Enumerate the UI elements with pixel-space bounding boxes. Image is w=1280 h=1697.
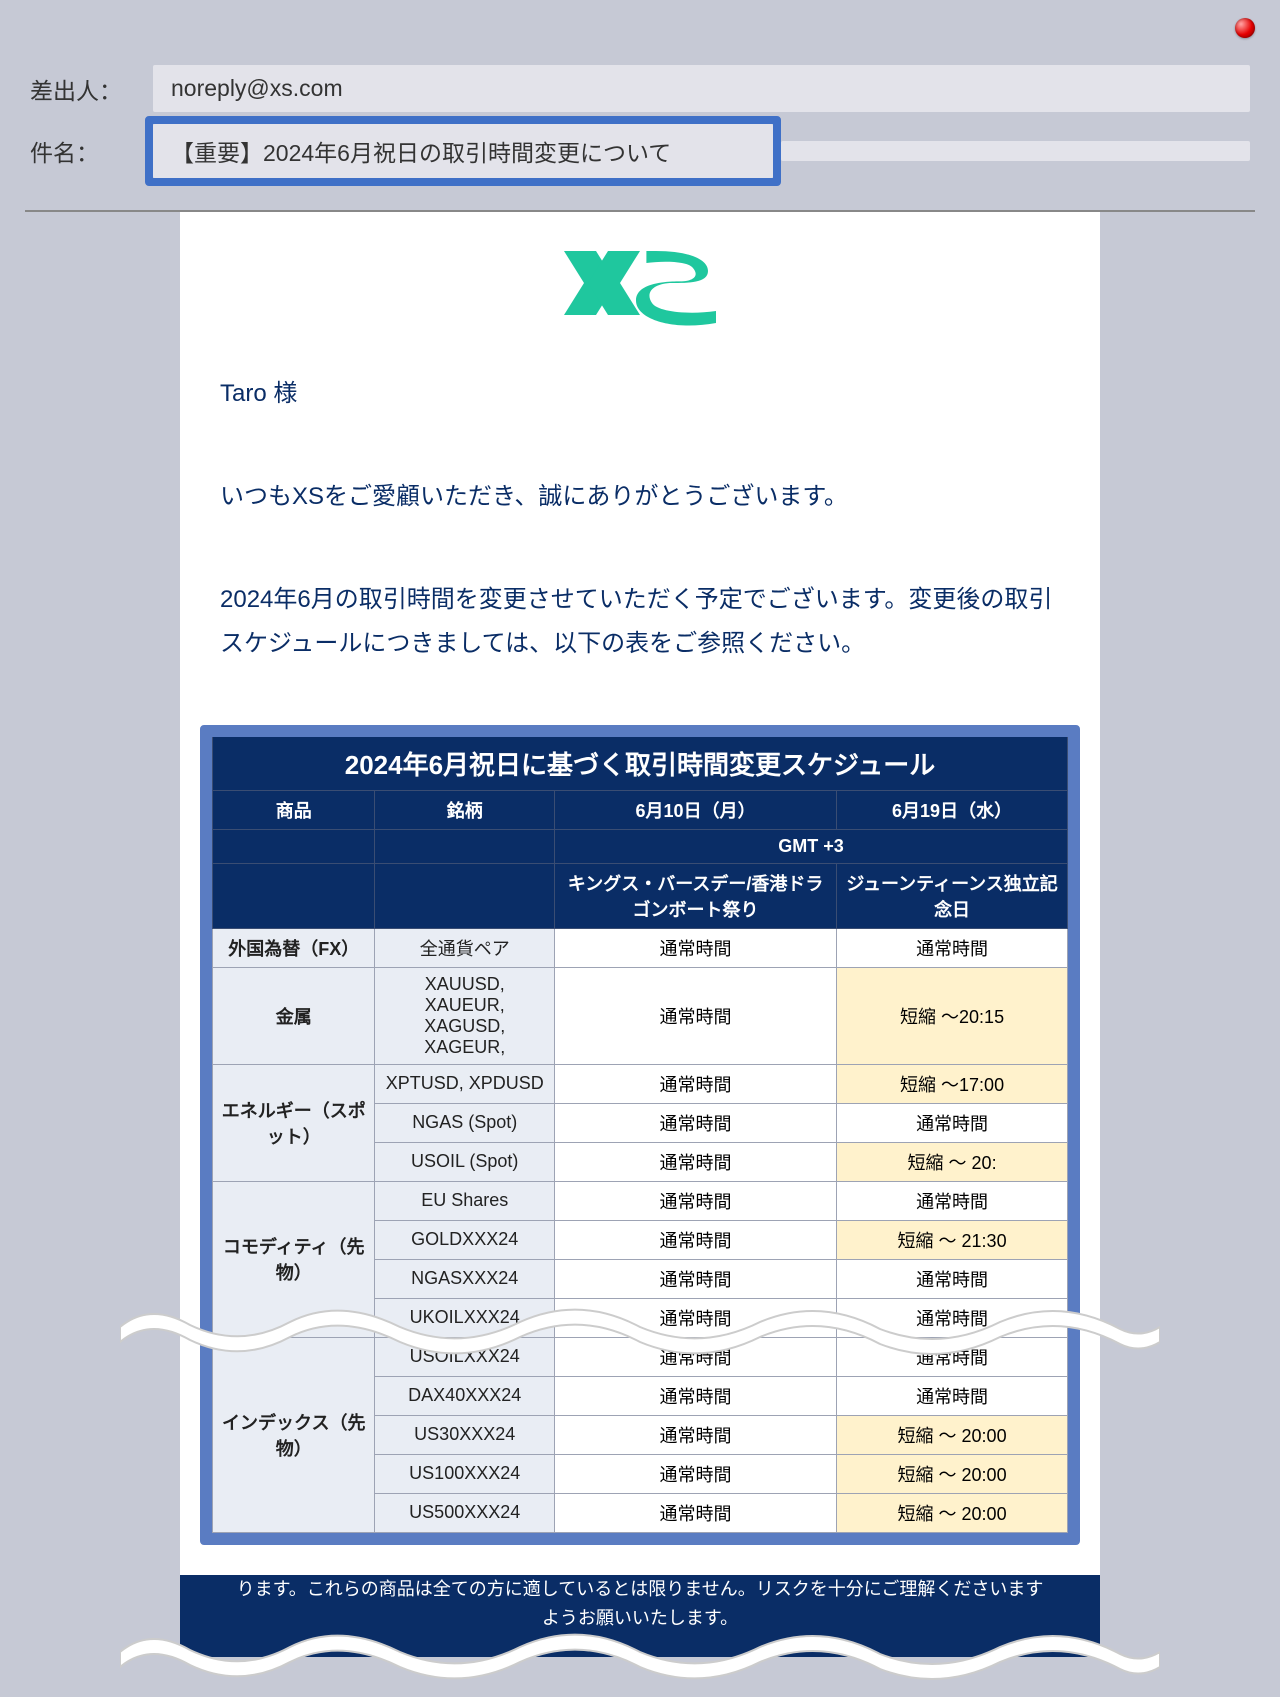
xs-logo xyxy=(180,212,1100,372)
symbol-cell: NGASXXX24 xyxy=(375,1259,555,1298)
col-symbol: 銘柄 xyxy=(375,790,555,829)
jun10-cell: 通常時間 xyxy=(554,1103,836,1142)
jun19-cell: 通常時間 xyxy=(837,1259,1068,1298)
symbol-cell: GOLDXXX24 xyxy=(375,1220,555,1259)
close-window-icon[interactable] xyxy=(1235,18,1255,38)
salutation: Taro 様 xyxy=(220,372,1060,415)
table-title: 2024年6月祝日に基づく取引時間変更スケジュール xyxy=(213,737,1068,791)
symbol-cell: USOIL (Spot) xyxy=(375,1142,555,1181)
col-jun19: 6月19日（水） xyxy=(837,790,1068,829)
jun10-cell: 通常時間 xyxy=(554,1376,836,1415)
table-row: エネルギー（スポット）XPTUSD, XPDUSD通常時間短縮 ～17:00 xyxy=(213,1064,1068,1103)
table-body: 外国為替（FX）全通貨ペア通常時間通常時間金属XAUUSD, XAUEUR, X… xyxy=(213,928,1068,1532)
email-body: Taro 様 いつもXSをご愛顧いただき、誠にありがとうございます。 2024年… xyxy=(180,212,1100,1657)
symbol-cell: XAUUSD, XAUEUR, XAGUSD, XAGEUR, xyxy=(375,967,555,1064)
col-product: 商品 xyxy=(213,790,375,829)
col-jun10: 6月10日（月） xyxy=(554,790,836,829)
event-jun10: キングス・バースデー/香港ドラゴンボート祭り xyxy=(554,863,836,928)
jun19-cell: 短縮 ～ 20:00 xyxy=(837,1493,1068,1532)
product-cell: エネルギー（スポット） xyxy=(213,1064,375,1181)
symbol-cell: EU Shares xyxy=(375,1181,555,1220)
notice-paragraph: 2024年6月の取引時間を変更させていただく予定でございます。変更後の取引スケジ… xyxy=(220,578,1060,664)
jun19-cell: 短縮 ～ 20:00 xyxy=(837,1454,1068,1493)
symbol-cell: XPTUSD, XPDUSD xyxy=(375,1064,555,1103)
table-row: 金属XAUUSD, XAUEUR, XAGUSD, XAGEUR,通常時間短縮 … xyxy=(213,967,1068,1064)
symbol-cell: NGAS (Spot) xyxy=(375,1103,555,1142)
jun10-cell: 通常時間 xyxy=(554,1454,836,1493)
subject-value: 【重要】2024年6月祝日の取引時間変更について xyxy=(153,124,773,178)
from-label: 差出人： xyxy=(30,72,135,106)
jun19-cell: 短縮 ～ 21:30 xyxy=(837,1220,1068,1259)
jun10-cell: 通常時間 xyxy=(554,1064,836,1103)
table-row: インデックス（先物）USOILXXX24通常時間通常時間 xyxy=(213,1337,1068,1376)
symbol-cell: US500XXX24 xyxy=(375,1493,555,1532)
jun19-cell: 短縮 ～20:15 xyxy=(837,967,1068,1064)
table-row: 外国為替（FX）全通貨ペア通常時間通常時間 xyxy=(213,928,1068,967)
jun19-cell: 短縮 ～17:00 xyxy=(837,1064,1068,1103)
footer-disclaimer: ります。これらの商品は全ての方に適しているとは限りません。リスクを十分にご理解く… xyxy=(180,1575,1100,1658)
jun19-cell: 短縮 ～ 20: xyxy=(837,1142,1068,1181)
jun10-cell: 通常時間 xyxy=(554,928,836,967)
subject-highlight: 【重要】2024年6月祝日の取引時間変更について xyxy=(153,124,773,178)
jun10-cell: 通常時間 xyxy=(554,1142,836,1181)
symbol-cell: US30XXX24 xyxy=(375,1415,555,1454)
from-value: noreply@xs.com xyxy=(153,65,1250,112)
subject-tail xyxy=(781,141,1250,161)
jun19-cell: 通常時間 xyxy=(837,1337,1068,1376)
schedule-table-frame: 2024年6月祝日に基づく取引時間変更スケジュール 商品 銘柄 6月10日（月）… xyxy=(200,725,1080,1545)
jun10-cell: 通常時間 xyxy=(554,967,836,1064)
symbol-cell: 全通貨ペア xyxy=(375,928,555,967)
symbol-cell: UKOILXXX24 xyxy=(375,1298,555,1337)
xs-logo-icon xyxy=(560,242,720,332)
jun10-cell: 通常時間 xyxy=(554,1337,836,1376)
email-header: 差出人： noreply@xs.com 件名： 【重要】2024年6月祝日の取引… xyxy=(0,55,1280,210)
symbol-cell: DAX40XXX24 xyxy=(375,1376,555,1415)
product-cell: 外国為替（FX） xyxy=(213,928,375,967)
jun19-cell: 通常時間 xyxy=(837,1103,1068,1142)
schedule-table: 2024年6月祝日に基づく取引時間変更スケジュール 商品 銘柄 6月10日（月）… xyxy=(212,737,1068,1533)
jun10-cell: 通常時間 xyxy=(554,1415,836,1454)
jun10-cell: 通常時間 xyxy=(554,1298,836,1337)
jun19-cell: 通常時間 xyxy=(837,1376,1068,1415)
event-jun19: ジューンティーンス独立記念日 xyxy=(837,863,1068,928)
product-cell: コモディティ（先物） xyxy=(213,1181,375,1337)
jun19-cell: 通常時間 xyxy=(837,1181,1068,1220)
jun19-cell: 通常時間 xyxy=(837,1298,1068,1337)
symbol-cell: USOILXXX24 xyxy=(375,1337,555,1376)
table-row: コモディティ（先物）EU Shares通常時間通常時間 xyxy=(213,1181,1068,1220)
jun19-cell: 短縮 ～ 20:00 xyxy=(837,1415,1068,1454)
jun19-cell: 通常時間 xyxy=(837,928,1068,967)
titlebar xyxy=(0,0,1280,55)
email-window: 差出人： noreply@xs.com 件名： 【重要】2024年6月祝日の取引… xyxy=(0,0,1280,1657)
jun10-cell: 通常時間 xyxy=(554,1493,836,1532)
jun10-cell: 通常時間 xyxy=(554,1181,836,1220)
timezone: GMT +3 xyxy=(554,829,1067,863)
symbol-cell: US100XXX24 xyxy=(375,1454,555,1493)
jun10-cell: 通常時間 xyxy=(554,1259,836,1298)
product-cell: 金属 xyxy=(213,967,375,1064)
product-cell: インデックス（先物） xyxy=(213,1337,375,1532)
thanks-paragraph: いつもXSをご愛顧いただき、誠にありがとうございます。 xyxy=(220,475,1060,518)
subject-label: 件名： xyxy=(30,134,135,168)
jun10-cell: 通常時間 xyxy=(554,1220,836,1259)
